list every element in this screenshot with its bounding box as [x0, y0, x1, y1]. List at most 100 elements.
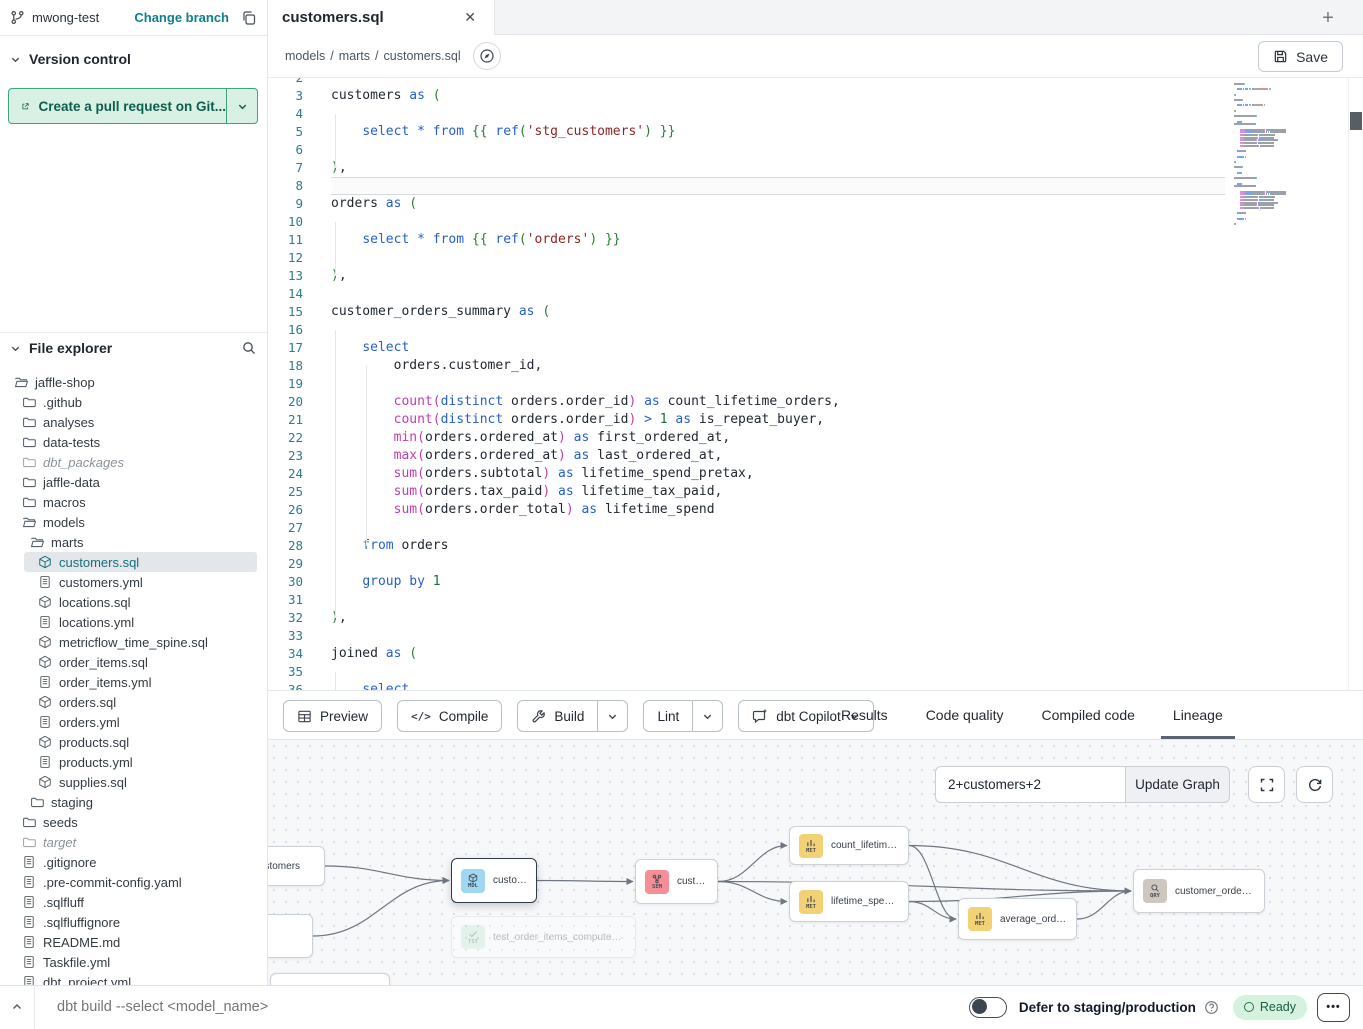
file-tree-item-taskfile-yml[interactable]: Taskfile.yml: [0, 952, 267, 972]
code-line-4[interactable]: 4: [268, 105, 1363, 123]
file-tree-item-macros[interactable]: macros: [0, 492, 267, 512]
file-tree-item-target[interactable]: target: [0, 832, 267, 852]
lineage-node-lifetime_spend_pretax[interactable]: METlifetime_spend_pretax: [789, 881, 909, 922]
code-line-32[interactable]: 32),: [268, 609, 1363, 627]
file-tree-item-models[interactable]: models: [0, 512, 267, 532]
file-tree-item-products-sql[interactable]: products.sql: [0, 732, 267, 752]
panel-tab-results[interactable]: Results: [841, 691, 888, 739]
minimap[interactable]: [1232, 78, 1324, 196]
create-pr-button[interactable]: Create a pull request on Git...: [8, 88, 258, 124]
lineage-node-average_order_value[interactable]: METaverage_order_value: [958, 898, 1077, 940]
code-line-9[interactable]: 9orders as (: [268, 195, 1363, 213]
code-line-27[interactable]: 27: [268, 519, 1363, 537]
compile-button[interactable]: </> Compile: [397, 700, 502, 732]
file-tree-item-metricflow-time-spine-sql[interactable]: metricflow_time_spine.sql: [0, 632, 267, 652]
code-line-12[interactable]: 12: [268, 249, 1363, 267]
file-tree-item-order-items-sql[interactable]: order_items.sql: [0, 652, 267, 672]
new-tab-button[interactable]: +: [1315, 5, 1341, 31]
code-line-28[interactable]: 28 from orders: [268, 537, 1363, 555]
file-tree-item-order-items-yml[interactable]: order_items.yml: [0, 672, 267, 692]
file-tree-item-data-tests[interactable]: data-tests: [0, 432, 267, 452]
copilot-compass-button[interactable]: [473, 42, 501, 70]
code-line-25[interactable]: 25 sum(orders.tax_paid) as lifetime_tax_…: [268, 483, 1363, 501]
code-line-31[interactable]: 31: [268, 591, 1363, 609]
preview-button[interactable]: Preview: [283, 700, 382, 732]
build-button[interactable]: Build: [517, 700, 628, 732]
code-line-33[interactable]: 33: [268, 627, 1363, 645]
file-tree-item-analyses[interactable]: analyses: [0, 412, 267, 432]
lint-button[interactable]: Lint: [643, 700, 723, 732]
file-tree-item-locations-sql[interactable]: locations.sql: [0, 592, 267, 612]
file-tree-item-customers-yml[interactable]: customers.yml: [0, 572, 267, 592]
code-line-35[interactable]: 35: [268, 663, 1363, 681]
copy-icon[interactable]: [241, 10, 257, 26]
refresh-button[interactable]: [1296, 766, 1333, 803]
file-tree-item-readme-md[interactable]: README.md: [0, 932, 267, 952]
change-branch-link[interactable]: Change branch: [134, 10, 229, 25]
code-line-36[interactable]: 36 select: [268, 681, 1363, 690]
code-line-19[interactable]: 19: [268, 375, 1363, 393]
build-caret[interactable]: [597, 701, 627, 731]
save-button[interactable]: Save: [1258, 41, 1343, 72]
code-line-34[interactable]: 34joined as (: [268, 645, 1363, 663]
file-tree-item-jaffle-data[interactable]: jaffle-data: [0, 472, 267, 492]
code-editor[interactable]: 23customers as (45 select * from {{ ref(…: [268, 78, 1363, 690]
lineage-node-stg_customers[interactable]: MDLstg_customers: [268, 846, 325, 886]
search-icon[interactable]: [241, 340, 257, 356]
file-tree-item-jaffle-shop[interactable]: jaffle-shop: [0, 372, 267, 392]
file-tree-item-orders-sql[interactable]: orders.sql: [0, 692, 267, 712]
lineage-node-customers_sem[interactable]: SEMcustomers: [635, 859, 718, 904]
lineage-selector-input[interactable]: [935, 766, 1125, 803]
file-tree-item-marts[interactable]: marts: [0, 532, 267, 552]
code-line-7[interactable]: 7),: [268, 159, 1363, 177]
code-line-8[interactable]: 8: [268, 177, 1363, 195]
file-tree-item-dbt-packages[interactable]: dbt_packages: [0, 452, 267, 472]
scrollbar-thumb[interactable]: [1350, 112, 1362, 130]
fullscreen-button[interactable]: [1248, 766, 1285, 803]
file-tree-item--gitignore[interactable]: .gitignore: [0, 852, 267, 872]
dbt-command-input[interactable]: [35, 999, 969, 1015]
lineage-node-customer_order_metrics[interactable]: QRYcustomer_order_metrics: [1133, 869, 1265, 913]
code-line-17[interactable]: 17 select: [268, 339, 1363, 357]
file-tree-item-customers-sql[interactable]: customers.sql: [24, 552, 257, 572]
lineage-node-test_node[interactable]: TSTtest_order_items_compute_to_bools...: [451, 916, 636, 958]
panel-tab-lineage[interactable]: Lineage: [1173, 691, 1223, 739]
lineage-node-partial_node[interactable]: [270, 973, 390, 985]
more-options-button[interactable]: •••: [1317, 993, 1350, 1022]
code-line-22[interactable]: 22 min(orders.ordered_at) as first_order…: [268, 429, 1363, 447]
tab-customers-sql[interactable]: customers.sql ✕: [268, 0, 495, 35]
code-line-21[interactable]: 21 count(distinct orders.order_id) > 1 a…: [268, 411, 1363, 429]
file-tree-item-locations-yml[interactable]: locations.yml: [0, 612, 267, 632]
file-tree-item--sqlfluff[interactable]: .sqlfluff: [0, 892, 267, 912]
version-control-header[interactable]: Version control: [0, 47, 267, 71]
panel-tab-compiled-code[interactable]: Compiled code: [1042, 691, 1135, 739]
code-line-18[interactable]: 18 orders.customer_id,: [268, 357, 1363, 375]
collapse-panel-button[interactable]: [0, 1001, 34, 1013]
code-line-20[interactable]: 20 count(distinct orders.order_id) as co…: [268, 393, 1363, 411]
file-tree-item-seeds[interactable]: seeds: [0, 812, 267, 832]
pr-button-caret[interactable]: [227, 89, 257, 123]
code-line-23[interactable]: 23 max(orders.ordered_at) as last_ordere…: [268, 447, 1363, 465]
code-line-10[interactable]: 10: [268, 213, 1363, 231]
help-icon[interactable]: [1204, 1000, 1219, 1015]
code-line-26[interactable]: 26 sum(orders.order_total) as lifetime_s…: [268, 501, 1363, 519]
code-line-16[interactable]: 16: [268, 321, 1363, 339]
file-tree-item-staging[interactable]: staging: [0, 792, 267, 812]
code-line-30[interactable]: 30 group by 1: [268, 573, 1363, 591]
code-line-29[interactable]: 29: [268, 555, 1363, 573]
file-tree-item-supplies-sql[interactable]: supplies.sql: [0, 772, 267, 792]
lineage-node-orders_src[interactable]: MDLorders: [268, 914, 313, 958]
file-tree-item--pre-commit-config-yaml[interactable]: .pre-commit-config.yaml: [0, 872, 267, 892]
defer-toggle[interactable]: [969, 997, 1007, 1018]
close-icon[interactable]: ✕: [460, 7, 480, 28]
panel-tab-code-quality[interactable]: Code quality: [926, 691, 1004, 739]
code-line-14[interactable]: 14: [268, 285, 1363, 303]
file-tree-item-dbt-project-yml[interactable]: dbt_project.yml: [0, 972, 267, 985]
code-line-3[interactable]: 3customers as (: [268, 87, 1363, 105]
file-tree-item--sqlfluffignore[interactable]: .sqlfluffignore: [0, 912, 267, 932]
code-line-15[interactable]: 15customer_orders_summary as (: [268, 303, 1363, 321]
file-tree-item-products-yml[interactable]: products.yml: [0, 752, 267, 772]
code-line-2[interactable]: 2: [268, 78, 1363, 87]
code-line-13[interactable]: 13),: [268, 267, 1363, 285]
file-tree-item--github[interactable]: .github: [0, 392, 267, 412]
